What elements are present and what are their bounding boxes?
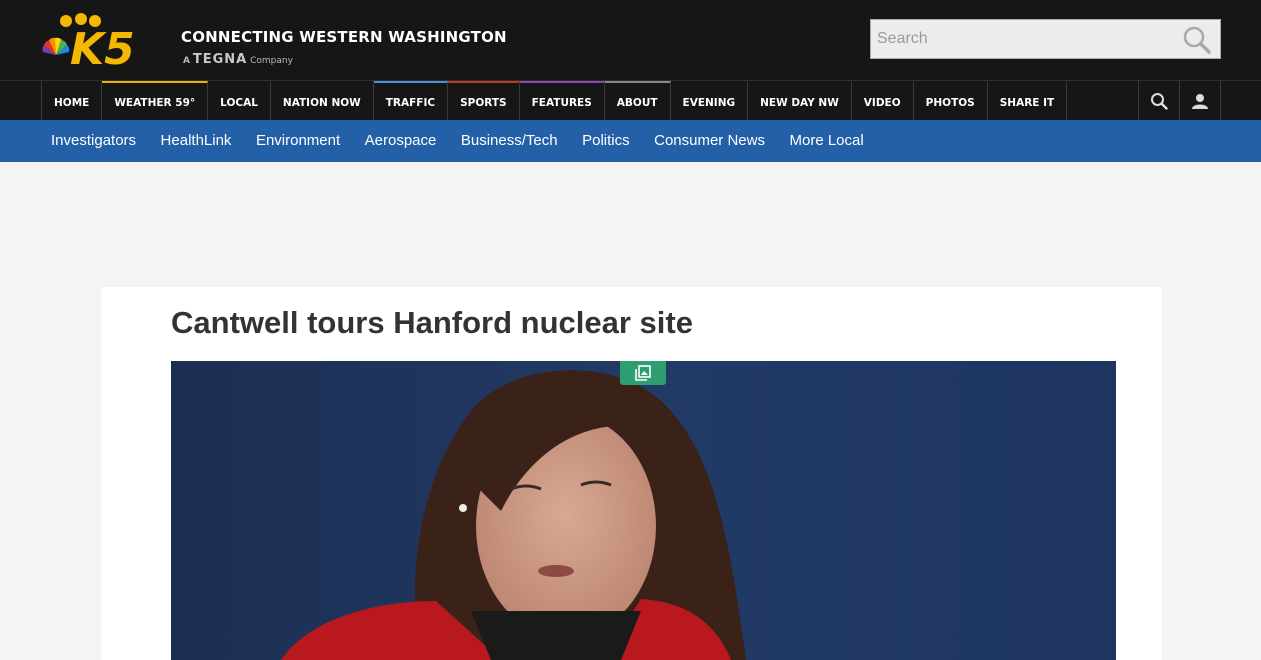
section-subnav: Investigators HealthLink Environment Aerosp… [0, 120, 1261, 162]
main-nav-list: HOME WEATHER 59° LOCAL NATION NOW TRAFFIC SPO… [41, 81, 1068, 120]
main-nav: HOME WEATHER 59° LOCAL NATION NOW TRAFFIC SPO… [0, 80, 1261, 120]
nav-tools [1138, 81, 1221, 120]
nav-item-weather-59[interactable]: WEATHER 59° [102, 81, 209, 120]
article-photo[interactable] [171, 361, 1116, 660]
nav-item-photos[interactable]: PHOTOS [914, 81, 988, 120]
site-tagline: CONNECTING WESTERN WASHINGTON [181, 28, 507, 46]
subnav-item-environment[interactable]: Environment [256, 120, 340, 162]
nav-item-evening[interactable]: EVENING [671, 81, 749, 120]
nav-search-button[interactable] [1139, 81, 1180, 120]
nav-item-new-day-nw[interactable]: NEW DAY NW [748, 81, 852, 120]
nav-item-video[interactable]: VIDEO [852, 81, 914, 120]
search-icon [1151, 92, 1168, 110]
subnav-item-more-local[interactable]: More Local [789, 120, 863, 162]
search-icon[interactable] [1182, 25, 1212, 55]
tegna-name: TEGNA [192, 52, 248, 67]
subnav-list: Investigators HealthLink Environment Aerosp… [51, 120, 888, 162]
gallery-button[interactable] [620, 361, 666, 385]
subnav-item-business-tech[interactable]: Business/Tech [461, 120, 558, 162]
nav-item-about[interactable]: ABOUT [604, 81, 671, 120]
nav-item-share-it[interactable]: SHARE IT [988, 81, 1068, 120]
nav-item-features[interactable]: FEATURES [519, 81, 605, 120]
nav-item-traffic[interactable]: TRAFFIC [373, 81, 449, 120]
gallery-icon [635, 365, 651, 381]
account-button[interactable] [1180, 81, 1221, 120]
nav-item-local[interactable]: LOCAL [208, 81, 271, 120]
nav-item-nation-now[interactable]: NATION NOW [271, 81, 374, 120]
svg-text:K5: K5 [70, 24, 135, 68]
article-headline: Cantwell tours Hanford nuclear site [171, 305, 693, 340]
tegna-prefix: A [183, 56, 190, 66]
article-photo-image [171, 361, 1116, 660]
user-icon [1192, 93, 1208, 109]
search-input[interactable] [871, 20, 1171, 58]
nbc-peacock-icon [42, 37, 70, 55]
masthead: K5 CONNECTING WESTERN WASHINGTON A TEGNA… [0, 0, 1261, 80]
header-search [870, 19, 1221, 59]
tegna-byline: A TEGNA Company [183, 52, 293, 67]
subnav-item-investigators[interactable]: Investigators [51, 120, 136, 162]
king5-logo[interactable]: K5 [42, 12, 174, 68]
subnav-item-aerospace[interactable]: Aerospace [365, 120, 437, 162]
subnav-item-politics[interactable]: Politics [582, 120, 630, 162]
nav-item-home[interactable]: HOME [42, 81, 103, 120]
nav-item-sports[interactable]: SPORTS [448, 81, 520, 120]
subnav-item-healthlink[interactable]: HealthLink [161, 120, 232, 162]
tegna-suffix: Company [250, 56, 293, 66]
subnav-item-consumer-news[interactable]: Consumer News [654, 120, 765, 162]
